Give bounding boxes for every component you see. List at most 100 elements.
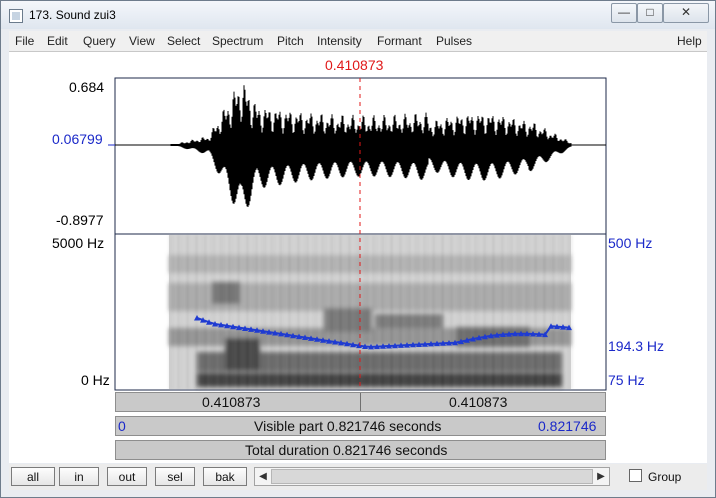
spectrogram-striation [343, 235, 344, 389]
spectrogram-striation [355, 235, 356, 389]
scroll-thumb[interactable] [271, 469, 593, 484]
spectrogram-striation [466, 235, 467, 389]
spectrogram-striation [265, 235, 266, 389]
menu-file[interactable]: File [15, 34, 34, 48]
spectrogram-striation [340, 235, 341, 389]
spectrogram-striation [184, 235, 185, 389]
close-button[interactable]: ✕ [663, 3, 709, 23]
spectrogram-striation [223, 235, 224, 389]
menu-help[interactable]: Help [677, 34, 702, 48]
spectrogram-striations [169, 235, 572, 389]
spectrogram-striation [409, 235, 410, 389]
spectrogram-striation [550, 235, 551, 389]
spectrogram-striation [475, 235, 476, 389]
spectrogram-striation [433, 235, 434, 389]
spectrogram-striation [367, 235, 368, 389]
spectrogram-striation [286, 235, 287, 389]
menu-pitch[interactable]: Pitch [277, 34, 304, 48]
spectrogram-striation [559, 235, 560, 389]
spectrogram-striation [358, 235, 359, 389]
spectrogram-striation [181, 235, 182, 389]
menu-bar: File Edit Query View Select Spectrum Pit… [9, 31, 707, 52]
spectrogram-striation [244, 235, 245, 389]
out-button[interactable]: out [107, 467, 147, 486]
menu-view[interactable]: View [129, 34, 155, 48]
spectrogram-striation [280, 235, 281, 389]
scroll-left-arrow[interactable]: ◀ [255, 468, 271, 485]
spectrogram-striation [337, 235, 338, 389]
group-toggle[interactable]: Group [629, 469, 681, 484]
menu-query[interactable]: Query [83, 34, 116, 48]
spectrogram-striation [514, 235, 515, 389]
spectrogram-striation [211, 235, 212, 389]
spectrogram-striation [364, 235, 365, 389]
praat-window: 173. Sound zui3 — □ ✕ File Edit Query Vi… [0, 0, 716, 498]
menu-formant[interactable]: Formant [377, 34, 422, 48]
spectrogram-striation [202, 235, 203, 389]
spectrogram-striation [451, 235, 452, 389]
spectrogram-striation [172, 235, 173, 389]
bak-button[interactable]: bak [203, 467, 247, 486]
total-duration-bar[interactable]: Total duration 0.821746 seconds [115, 440, 606, 460]
horizontal-scrollbar[interactable]: ◀ ▶ [254, 467, 610, 486]
spectrogram-striation [325, 235, 326, 389]
spectrogram-striation [406, 235, 407, 389]
spectrogram-striation [229, 235, 230, 389]
spectrogram-striation [487, 235, 488, 389]
menu-pulses[interactable]: Pulses [436, 34, 472, 48]
spectrogram-striation [448, 235, 449, 389]
spectrogram-striation [250, 235, 251, 389]
spectrogram-striation [469, 235, 470, 389]
spectrogram-striation [403, 235, 404, 389]
spectrogram-striation [571, 235, 572, 389]
spectrogram-striation [430, 235, 431, 389]
spectrogram-striation [178, 235, 179, 389]
spectrogram-striation [196, 235, 197, 389]
spectrogram-striation [217, 235, 218, 389]
group-checkbox[interactable] [629, 469, 642, 482]
menu-intensity[interactable]: Intensity [317, 34, 362, 48]
spectrogram-striation [376, 235, 377, 389]
in-button[interactable]: in [59, 467, 99, 486]
selection-bar[interactable]: 0.410873 0.410873 [115, 392, 606, 412]
spectrogram-striation [388, 235, 389, 389]
spectrogram-striation [568, 235, 569, 389]
sel-button[interactable]: sel [155, 467, 195, 486]
spectrogram-striation [361, 235, 362, 389]
spectrogram-striation [214, 235, 215, 389]
spectrogram-striation [241, 235, 242, 389]
spectrogram-striation [481, 235, 482, 389]
menu-spectrum[interactable]: Spectrum [212, 34, 263, 48]
scroll-right-arrow[interactable]: ▶ [593, 468, 609, 485]
spectrogram-striation [349, 235, 350, 389]
minimize-button[interactable]: — [611, 3, 637, 23]
spectrogram-striation [400, 235, 401, 389]
editor-canvas[interactable]: 0.410873 0.684 0.06799 -0.8977 5000 Hz 0… [9, 52, 707, 463]
spectrogram-striation [382, 235, 383, 389]
spectrogram-striation [523, 235, 524, 389]
spectrogram-striation [532, 235, 533, 389]
spectrogram-striation [565, 235, 566, 389]
visible-part-bar[interactable]: 0 Visible part 0.821746 seconds 0.821746 [115, 416, 606, 436]
spectrogram-striation [421, 235, 422, 389]
all-button[interactable]: all [11, 467, 55, 486]
spectrogram-striation [460, 235, 461, 389]
menu-edit[interactable]: Edit [47, 34, 68, 48]
spectrogram-striation [490, 235, 491, 389]
spectrogram-striation [289, 235, 290, 389]
spectrogram-striation [424, 235, 425, 389]
spectrogram-striation [535, 235, 536, 389]
spectrogram-striation [175, 235, 176, 389]
spectrogram-striation [385, 235, 386, 389]
spectrogram-striation [247, 235, 248, 389]
menu-select[interactable]: Select [167, 34, 200, 48]
spectrogram-striation [520, 235, 521, 389]
maximize-button[interactable]: □ [637, 3, 663, 23]
spectrogram-striation [274, 235, 275, 389]
spectrogram-striation [502, 235, 503, 389]
spectrogram-striation [304, 235, 305, 389]
spectrogram-striation [313, 235, 314, 389]
spectrogram-striation [262, 235, 263, 389]
spectrogram-striation [232, 235, 233, 389]
app-icon [9, 9, 23, 23]
